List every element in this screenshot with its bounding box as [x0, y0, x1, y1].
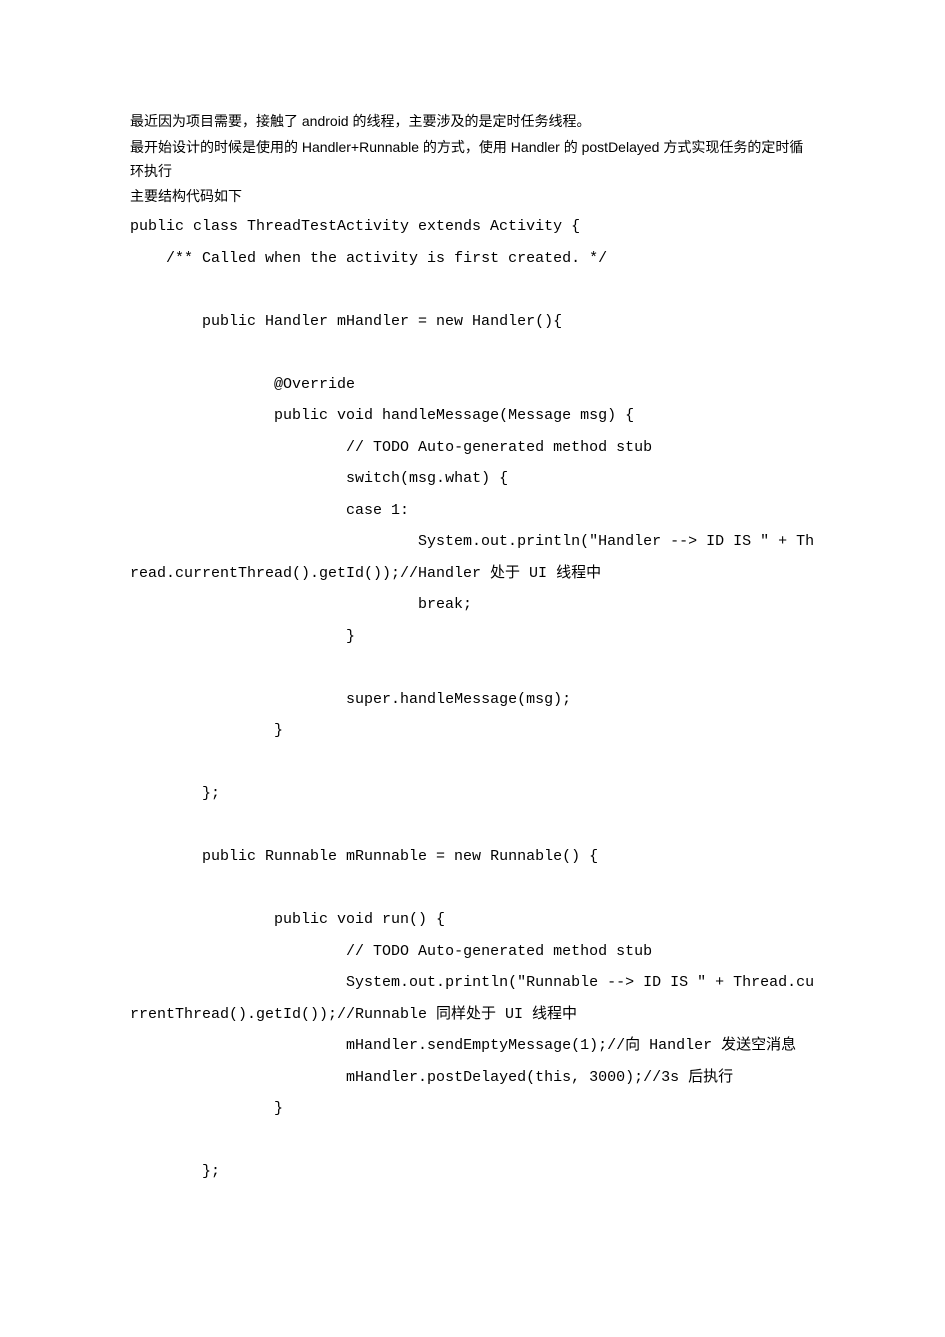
paragraph-1: 最近因为项目需要，接触了 android 的线程，主要涉及的是定时任务线程。 [130, 110, 815, 134]
code-block: public class ThreadTestActivity extends … [130, 211, 815, 1188]
paragraph-2: 最开始设计的时候是使用的 Handler+Runnable 的方式，使用 Han… [130, 136, 815, 184]
document-page: 最近因为项目需要，接触了 android 的线程，主要涉及的是定时任务线程。 最… [0, 0, 945, 1288]
paragraph-3: 主要结构代码如下 [130, 185, 815, 209]
